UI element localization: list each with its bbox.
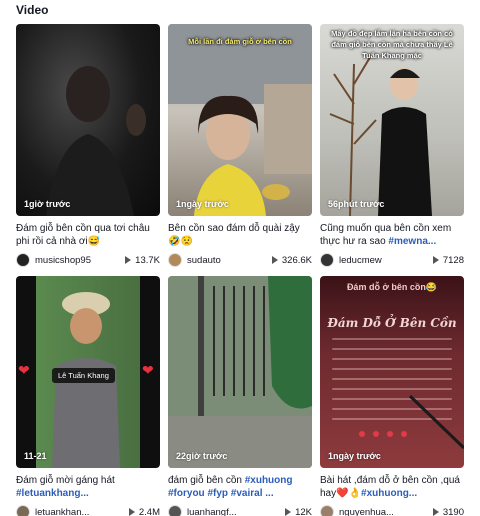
video-thumbnail[interactable]: 1giờ trước <box>16 24 160 216</box>
play-count: 7128 <box>432 254 464 266</box>
video-card[interactable]: 22giờ trước đám giỗ bên cồn #xuhuong #fo… <box>168 276 312 516</box>
video-caption[interactable]: Cũng muốn qua bên cồn xem thực hư ra sao… <box>320 222 464 248</box>
video-thumbnail[interactable]: Mỗi lần đi đám giỗ ở bên cồn 1ngày trước <box>168 24 312 216</box>
caption-tags[interactable]: #letuankhang... <box>16 488 89 499</box>
video-overlay-text: Lê Tuấn Khang <box>52 368 115 383</box>
video-card[interactable]: Mỗi lần đi đám giỗ ở bên cồn 1ngày trước… <box>168 24 312 268</box>
play-icon <box>271 256 278 264</box>
caption-tags[interactable]: #mewna... <box>388 236 436 247</box>
play-count-value: 7128 <box>442 254 464 266</box>
video-caption[interactable]: Bên cồn sao đám dỗ quài zậy 🤣😟 <box>168 222 312 248</box>
play-icon <box>128 508 135 516</box>
video-card[interactable]: Mấy đồ đẹp lắm lận hả bên cồn có đám giỗ… <box>320 24 464 268</box>
video-card[interactable]: ❤ ❤ Lê Tuấn Khang 11-21 Đám giỗ mời gáng… <box>16 276 160 516</box>
thumbnail-art <box>168 24 312 216</box>
upload-time: 1ngày trước <box>176 199 229 209</box>
video-thumbnail[interactable]: Mấy đồ đẹp lắm lận hả bên cồn có đám giỗ… <box>320 24 464 216</box>
author-name[interactable]: nguyenhua... <box>339 507 429 516</box>
video-overlay-text: Mỗi lần đi đám giỗ ở bên cồn <box>188 37 292 46</box>
play-icon <box>125 256 132 264</box>
upload-time: 22giờ trước <box>176 451 228 461</box>
play-count-value: 13.7K <box>135 254 160 266</box>
avatar[interactable] <box>16 253 30 267</box>
caption-text: Đám giỗ bên cồn qua tơi châu phi rồi cả … <box>16 223 150 247</box>
thumbnail-art <box>46 66 146 216</box>
play-count: 12K <box>285 507 312 516</box>
video-thumbnail[interactable]: Đám dỗ ở bên cồn😂 Đám Dỗ Ở Bên Cồn 1ngày… <box>320 276 464 468</box>
video-caption[interactable]: Bài hát ,đám dỗ ở bên cồn ,quá hay❤️👌#xu… <box>320 474 464 500</box>
avatar[interactable] <box>320 505 334 516</box>
video-card[interactable]: 1giờ trước Đám giỗ bên cồn qua tơi châu … <box>16 24 160 268</box>
video-meta: nguyenhua... 3190 <box>320 504 464 516</box>
upload-time: 56phút trước <box>328 199 385 209</box>
avatar[interactable] <box>168 505 182 516</box>
author-name[interactable]: musicshop95 <box>35 255 121 266</box>
video-caption[interactable]: Đám giỗ bên cồn qua tơi châu phi rồi cả … <box>16 222 160 248</box>
video-meta: luanhangf... 12K <box>168 504 312 516</box>
play-count: 326.6K <box>271 254 312 266</box>
author-name[interactable]: letuankhan... <box>35 507 125 516</box>
video-meta: sudauto 326.6K <box>168 252 312 268</box>
thumbnail-art <box>168 276 312 468</box>
heart-icon: ❤ <box>142 362 154 378</box>
author-name[interactable]: luanhangf... <box>187 507 281 516</box>
heart-icon: ❤ <box>18 362 30 378</box>
video-meta: musicshop95 13.7K <box>16 252 160 268</box>
author-name[interactable]: sudauto <box>187 255 268 266</box>
play-icon <box>432 256 439 264</box>
play-count: 3190 <box>432 506 464 516</box>
avatar[interactable] <box>168 253 182 267</box>
upload-time: 1ngày trước <box>328 451 381 461</box>
video-caption[interactable]: Đám giỗ mời gáng hát #letuankhang... <box>16 474 160 500</box>
video-thumbnail[interactable]: ❤ ❤ Lê Tuấn Khang 11-21 <box>16 276 160 468</box>
upload-time: 1giờ trước <box>24 199 71 209</box>
caption-text: Bên cồn sao đám dỗ quài zậy 🤣😟 <box>168 223 300 247</box>
play-count-value: 326.6K <box>281 254 312 266</box>
video-thumbnail[interactable]: 22giờ trước <box>168 276 312 468</box>
video-meta: leducmew 7128 <box>320 252 464 268</box>
thumbnail-art <box>359 394 464 450</box>
video-caption[interactable]: đám giỗ bên cồn #xuhuong #foryou #fyp #v… <box>168 474 312 500</box>
caption-tags[interactable]: #xuhuong... <box>361 488 417 499</box>
play-count-value: 2.4M <box>138 506 160 516</box>
upload-time: 11-21 <box>24 451 47 461</box>
author-name[interactable]: leducmew <box>339 255 429 266</box>
play-count: 13.7K <box>125 255 160 266</box>
video-overlay-text: Mấy đồ đẹp lắm lận hả bên cồn có đám giỗ… <box>331 29 453 60</box>
video-meta: letuankhan... 2.4M <box>16 504 160 516</box>
avatar[interactable] <box>16 505 30 516</box>
play-icon <box>432 508 439 516</box>
play-count-value: 12K <box>295 506 312 516</box>
play-count-value: 3190 <box>442 506 464 516</box>
avatar[interactable] <box>320 253 334 267</box>
caption-text: đám giỗ bên cồn <box>168 475 245 486</box>
play-icon <box>285 508 292 516</box>
play-count: 2.4M <box>128 506 160 516</box>
caption-text: Đám giỗ mời gáng hát <box>16 475 115 486</box>
section-title: Video <box>16 3 49 17</box>
video-card[interactable]: Đám dỗ ở bên cồn😂 Đám Dỗ Ở Bên Cồn 1ngày… <box>320 276 464 516</box>
